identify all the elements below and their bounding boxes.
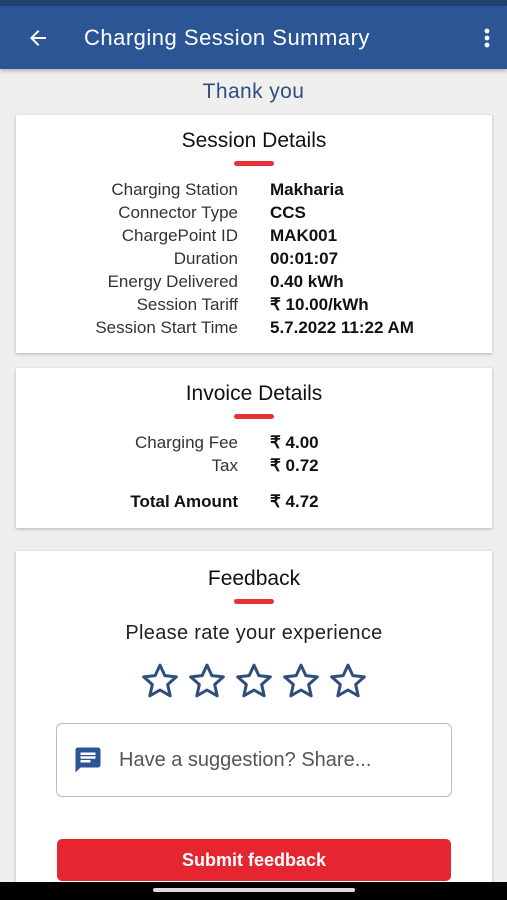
invoice-value: ₹ 4.00	[270, 433, 319, 452]
session-details-card: Session Details Charging Station Makhari…	[16, 115, 492, 353]
heading-underline	[234, 414, 274, 419]
detail-row: Connector Type CCS	[16, 201, 492, 224]
detail-label: Connector Type	[118, 203, 238, 222]
invoice-details-card: Invoice Details Charging Fee ₹ 4.00 Tax …	[16, 368, 492, 528]
detail-value: MAK001	[270, 226, 338, 245]
detail-label: Energy Delivered	[107, 272, 238, 291]
comment-icon	[75, 747, 101, 773]
star-icon[interactable]	[279, 661, 323, 701]
feedback-heading: Feedback	[207, 567, 301, 590]
more-vertical-icon	[484, 28, 490, 47]
star-icon[interactable]	[326, 661, 370, 701]
total-value: ₹ 4.72	[270, 492, 319, 511]
submit-feedback-button[interactable]: Submit feedback	[57, 839, 451, 881]
back-button[interactable]	[12, 6, 64, 69]
detail-label: Session Tariff	[136, 295, 238, 314]
invoice-details-heading: Invoice Details	[185, 382, 323, 405]
detail-label: Session Start Time	[95, 318, 238, 337]
rating-prompt: Please rate your experience	[125, 622, 383, 644]
detail-row: Session Start Time 5.7.2022 11:22 AM	[16, 316, 492, 339]
detail-value: ₹ 10.00/kWh	[270, 295, 369, 314]
invoice-label: Tax	[211, 456, 238, 475]
star-icon[interactable]	[138, 661, 182, 701]
invoice-list: Charging Fee ₹ 4.00 Tax ₹ 0.72 Total Amo…	[16, 431, 492, 513]
invoice-label: Charging Fee	[134, 433, 238, 452]
heading-underline	[234, 161, 274, 166]
detail-value: 00:01:07	[270, 249, 339, 268]
detail-value: Makharia	[270, 180, 344, 199]
arrow-left-icon	[30, 29, 46, 46]
detail-value: CCS	[270, 203, 306, 222]
more-options-button[interactable]	[467, 6, 507, 69]
detail-row: Charging Station Makharia	[16, 178, 492, 201]
invoice-row: Tax ₹ 0.72	[16, 454, 492, 477]
star-rating	[16, 661, 492, 701]
thank-you-text: Thank you	[202, 80, 305, 103]
heading-underline	[234, 599, 274, 604]
suggestion-input[interactable]	[119, 748, 419, 772]
invoice-row: Charging Fee ₹ 4.00	[16, 431, 492, 454]
page-title: Charging Session Summary	[84, 24, 370, 50]
home-gesture-handle[interactable]	[153, 888, 355, 892]
suggestion-field[interactable]	[56, 723, 452, 797]
detail-label: ChargePoint ID	[121, 226, 238, 245]
invoice-value: ₹ 0.72	[270, 456, 319, 475]
star-icon[interactable]	[185, 661, 229, 701]
detail-label: Duration	[173, 249, 238, 268]
session-details-list: Charging Station Makharia Connector Type…	[16, 178, 492, 339]
total-row: Total Amount ₹ 4.72	[16, 490, 492, 513]
detail-row: ChargePoint ID MAK001	[16, 224, 492, 247]
session-details-heading: Session Details	[181, 129, 327, 152]
detail-value: 5.7.2022 11:22 AM	[270, 318, 414, 337]
detail-row: Session Tariff ₹ 10.00/kWh	[16, 293, 492, 316]
detail-label: Charging Station	[111, 180, 238, 199]
detail-value: 0.40 kWh	[270, 272, 344, 291]
feedback-card: Feedback Please rate your experience	[16, 551, 492, 882]
app-bar: Charging Session Summary	[0, 6, 507, 69]
detail-row: Energy Delivered 0.40 kWh	[16, 270, 492, 293]
detail-row: Duration 00:01:07	[16, 247, 492, 270]
star-icon[interactable]	[232, 661, 276, 701]
total-label: Total Amount	[130, 492, 238, 511]
